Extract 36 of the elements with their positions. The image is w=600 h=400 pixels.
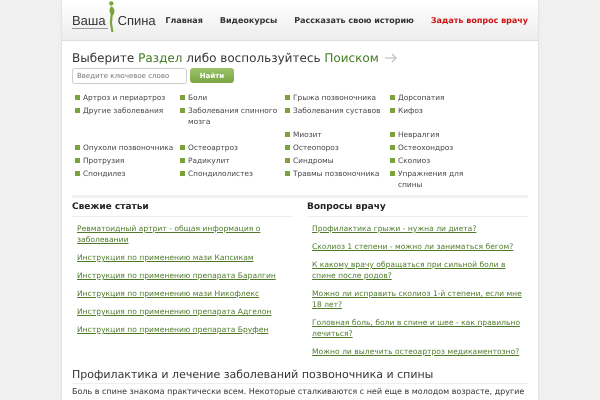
bullet-icon <box>285 132 290 137</box>
bullet-icon <box>390 145 395 150</box>
nav-link[interactable]: Задать вопрос врачу <box>430 16 528 24</box>
bullet-icon <box>180 158 185 163</box>
search-heading: Выберите Раздел либо воспользуйтесь Поиском <box>72 51 379 65</box>
bullet-icon <box>75 171 80 176</box>
bullet-icon <box>285 95 290 100</box>
bullet-icon <box>75 108 80 113</box>
tagline-line <box>72 28 108 29</box>
bullet-icon <box>390 171 395 176</box>
bullet-icon <box>390 108 395 113</box>
bullet-icon <box>285 108 290 113</box>
logo-text[interactable]: Спина <box>118 14 156 26</box>
bullet-icon <box>75 145 80 150</box>
section-title: Свежие статьи <box>72 198 293 217</box>
person-icon <box>106 0 117 35</box>
bullet-icon <box>180 108 185 113</box>
bullet-icon <box>390 95 395 100</box>
logo-text[interactable]: Ваша <box>72 14 106 26</box>
bullet-icon <box>285 171 290 176</box>
nav-link[interactable]: Главная <box>165 16 203 24</box>
article-text: Боль в спине знакома практически всем. Некоторые сталкиваются с ней еще в молодом возрасте, другие <box>72 387 526 396</box>
bullet-icon <box>75 158 80 163</box>
nav-link[interactable]: Видеокурсы <box>220 16 278 24</box>
bullet-icon <box>180 95 185 100</box>
bullet-icon <box>285 145 290 150</box>
arrow-icon <box>384 53 398 63</box>
bullet-icon <box>180 171 185 176</box>
bullet-icon <box>390 158 395 163</box>
nav-link[interactable]: Рассказать свою историю <box>294 16 414 24</box>
bullet-icon <box>75 95 80 100</box>
bullet-icon <box>390 132 395 137</box>
bullet-icon <box>285 158 290 163</box>
article-title: Профилактика и лечение заболеваний позвоночника и спины <box>72 368 528 384</box>
bullet-icon <box>180 145 185 150</box>
section-title: Вопросы врачу <box>307 198 528 217</box>
